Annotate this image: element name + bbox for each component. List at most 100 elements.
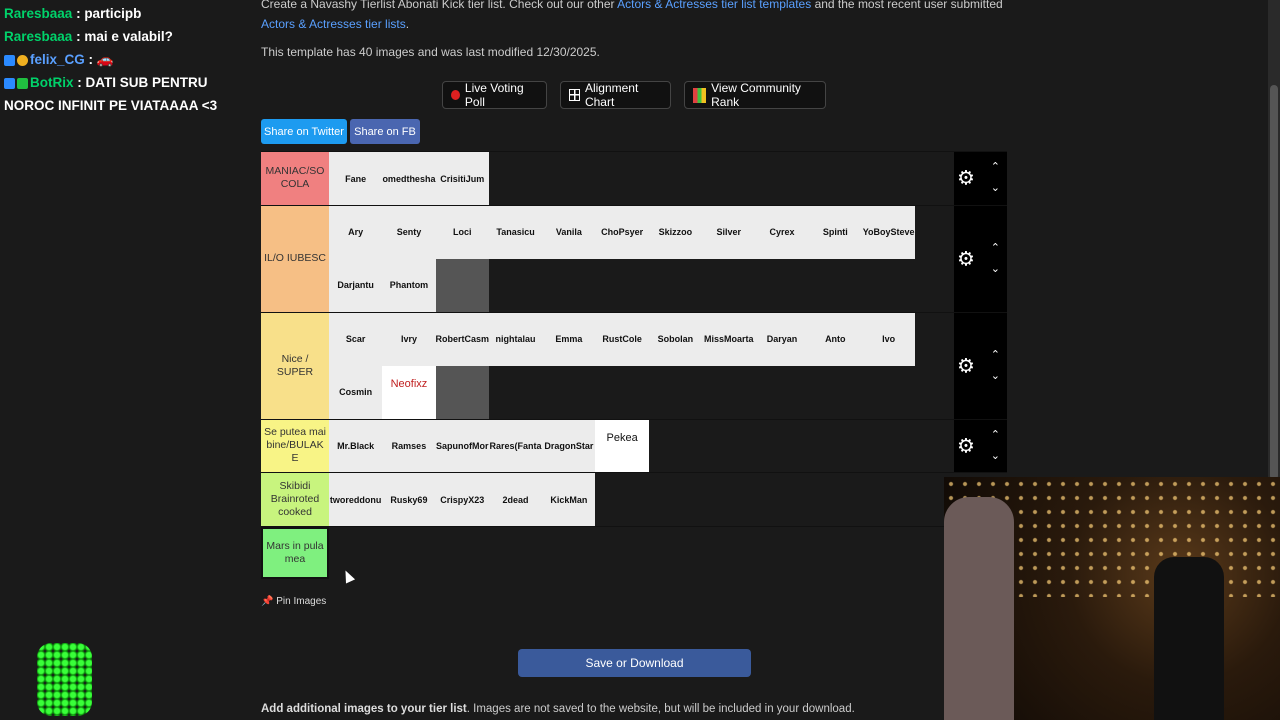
tier-row: Skibidi Brainroted cooked tworeddonu Rusky…: [261, 472, 1007, 526]
move-down-icon[interactable]: ⌄: [991, 181, 1000, 194]
tier-item[interactable]: Senty: [382, 205, 436, 259]
move-up-icon[interactable]: ⌃: [991, 241, 1000, 254]
tier-item[interactable]: Mr.Black: [329, 419, 383, 473]
chat-text: mai e valabil?: [84, 29, 173, 44]
tier-item[interactable]: Spinti: [808, 205, 862, 259]
tier-items[interactable]: Mr.Black Ramses SapunofMor Rares(Fanta Drago…: [329, 419, 954, 473]
live-voting-button[interactable]: Live Voting Poll: [442, 81, 547, 109]
tier-item[interactable]: CrisitiJum: [435, 152, 489, 205]
chat-username[interactable]: Raresbaaa: [4, 6, 72, 21]
gaming-chair: [1154, 557, 1224, 720]
streamer-figure: [944, 497, 1014, 720]
chat-username[interactable]: BotRix: [30, 75, 74, 90]
save-download-button[interactable]: Save or Download: [518, 649, 751, 677]
gear-icon[interactable]: ⚙: [957, 433, 975, 458]
tier-items[interactable]: [329, 526, 954, 579]
tier-item[interactable]: Skizzoo: [648, 205, 703, 259]
chat-separator: :: [84, 52, 97, 67]
tier-item[interactable]: Daryan: [755, 312, 809, 366]
intro-text-mid: and the most recent user submitted: [811, 0, 1003, 11]
tier-item[interactable]: tworeddonu: [329, 473, 383, 526]
move-up-icon[interactable]: ⌃: [991, 348, 1000, 361]
tier-items[interactable]: tworeddonu Rusky69 CrispyX23 2dead KickMan: [329, 473, 954, 526]
tier-item[interactable]: MissMoarta: [702, 312, 756, 366]
tier-item[interactable]: Scar: [329, 312, 383, 366]
tier-items[interactable]: Fane omedthesha CrisitiJum: [329, 152, 954, 205]
tier-item[interactable]: Ary: [329, 205, 383, 259]
move-down-icon[interactable]: ⌄: [991, 449, 1000, 462]
share-fb-button[interactable]: Share on FB: [350, 119, 420, 144]
tier-item[interactable]: KickMan: [542, 473, 596, 526]
tier-item[interactable]: Tanasicu: [488, 205, 543, 259]
tier-label[interactable]: Skibidi Brainroted cooked: [261, 473, 329, 526]
tier-item[interactable]: Vanila: [542, 205, 596, 259]
chat-message: Raresbaaa : participb: [4, 2, 254, 25]
chat-username[interactable]: Raresbaaa: [4, 29, 72, 44]
tier-item[interactable]: Cyrex: [755, 205, 809, 259]
gear-icon[interactable]: ⚙: [957, 353, 975, 378]
tier-label[interactable]: IL/O IUBESC: [261, 205, 329, 312]
tier-item[interactable]: omedthesha: [382, 152, 436, 205]
tier-label[interactable]: Nice / SUPER: [261, 312, 329, 419]
actors-tierlists-link[interactable]: Actors & Actresses tier lists: [261, 17, 406, 31]
tier-item[interactable]: Ivry: [382, 312, 436, 366]
tier-item[interactable]: Fane: [329, 152, 383, 205]
chat-message: Raresbaaa : mai e valabil?: [4, 25, 254, 48]
tier-item[interactable]: 2dead: [488, 473, 543, 526]
tier-item[interactable]: Ramses: [382, 419, 436, 473]
tier-label[interactable]: MANIAC/SO COLA: [261, 152, 329, 205]
tier-item[interactable]: Phantom: [382, 258, 436, 312]
tier-item[interactable]: RustCole: [595, 312, 649, 366]
tier-item[interactable]: SapunofMor: [435, 419, 489, 473]
gear-icon[interactable]: ⚙: [957, 166, 975, 191]
tier-item[interactable]: Anto: [808, 312, 862, 366]
move-down-icon[interactable]: ⌄: [991, 369, 1000, 382]
tier-item[interactable]: Rusky69: [382, 473, 436, 526]
alignment-chart-label: Alignment Chart: [584, 81, 639, 109]
scroll-thumb[interactable]: [1270, 85, 1278, 480]
community-rank-button[interactable]: View Community Rank: [684, 81, 826, 109]
pin-images-label: Pin Images: [276, 596, 327, 607]
tier-item[interactable]: Ivo: [861, 312, 916, 366]
tier-item[interactable]: YoBoySteve: [861, 205, 916, 259]
tier-controls: ⚙ ⌃ ⌄: [954, 419, 1007, 472]
tier-label[interactable]: Mars in pula mea: [261, 526, 329, 579]
actors-templates-link[interactable]: Actors & Actresses tier list templates: [617, 0, 811, 11]
pin-images-toggle[interactable]: 📌 Pin Images: [261, 596, 326, 607]
tier-row: Se putea mai bine/BULAK E Mr.Black Ramses S…: [261, 418, 1007, 473]
tier-item-image[interactable]: [488, 365, 543, 419]
tier-item[interactable]: Neofixz: [382, 365, 436, 419]
grid-icon: [569, 89, 580, 101]
tier-item[interactable]: Pekea: [595, 419, 649, 473]
tier-item-image[interactable]: [435, 258, 489, 312]
tier-label[interactable]: Se putea mai bine/BULAK E: [261, 419, 329, 472]
tier-item[interactable]: DragonStar: [542, 419, 596, 473]
share-twitter-button[interactable]: Share on Twitter: [261, 119, 347, 144]
tier-item[interactable]: ChoPsyer: [595, 205, 649, 259]
tier-item[interactable]: CrispyX23: [435, 473, 489, 526]
tier-item[interactable]: Loci: [435, 205, 489, 259]
gear-icon[interactable]: ⚙: [957, 246, 975, 271]
tier-item[interactable]: Darjantu: [329, 258, 383, 312]
live-voting-label: Live Voting Poll: [464, 81, 524, 109]
tier-items[interactable]: Ary Senty Loci Tanasicu Vanila ChoPsyer Skizzo…: [329, 205, 954, 312]
tier-item-image[interactable]: [435, 365, 489, 419]
move-up-icon[interactable]: ⌃: [991, 160, 1000, 173]
verified-badge: [17, 77, 28, 89]
chat-separator: :: [72, 6, 85, 21]
pin-icon: 📌: [261, 596, 274, 607]
tier-item[interactable]: Emma: [542, 312, 596, 366]
alignment-chart-button[interactable]: Alignment Chart: [560, 81, 671, 109]
tier-items[interactable]: Scar Ivry RobertCasm nightalau Emma RustCole S…: [329, 312, 954, 419]
tier-item[interactable]: Silver: [702, 205, 756, 259]
tier-item[interactable]: Cosmin: [329, 365, 383, 419]
move-up-icon[interactable]: ⌃: [991, 428, 1000, 441]
move-down-icon[interactable]: ⌄: [991, 262, 1000, 275]
tier-item[interactable]: Sobolan: [648, 312, 703, 366]
tier-item[interactable]: nightalau: [488, 312, 543, 366]
tier-item[interactable]: RobertCasm: [435, 312, 489, 366]
template-meta: This template has 40 images and was last…: [261, 45, 600, 59]
tier-item[interactable]: Rares(Fanta: [488, 419, 543, 473]
chat-separator: :: [73, 75, 86, 90]
chat-username[interactable]: felix_CG: [30, 52, 85, 67]
